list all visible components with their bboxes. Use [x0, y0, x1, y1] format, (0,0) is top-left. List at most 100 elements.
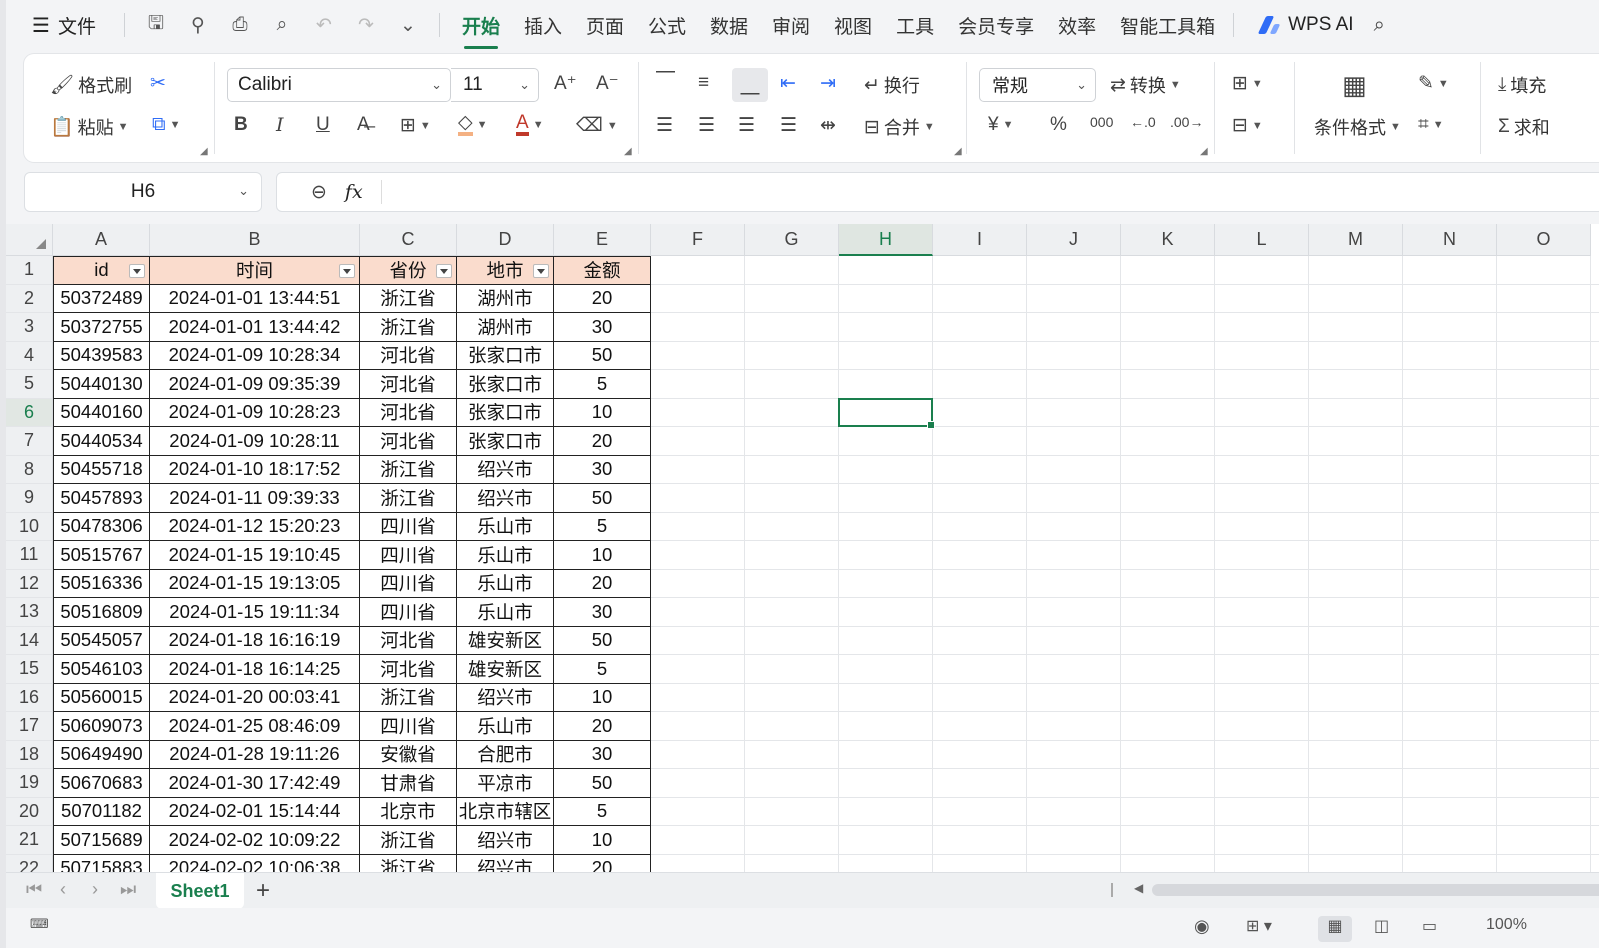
- table-cell[interactable]: 北京市辖区: [457, 797, 554, 826]
- align-right-button[interactable]: ☰: [738, 114, 755, 137]
- table-cell[interactable]: 2024-02-01 15:14:44: [150, 797, 360, 826]
- search-icon[interactable]: ⌕: [1374, 14, 1385, 37]
- table-cell[interactable]: 2024-01-15 19:13:05: [150, 569, 360, 598]
- thousands-button[interactable]: 000: [1090, 114, 1113, 130]
- table-cell[interactable]: 2024-01-01 13:44:42: [150, 313, 360, 342]
- table-cell[interactable]: 绍兴市: [457, 683, 554, 712]
- table-cell[interactable]: 50: [554, 341, 651, 370]
- percent-button[interactable]: %: [1050, 114, 1067, 136]
- cut-button[interactable]: ✂: [150, 72, 166, 95]
- conditional-format-button[interactable]: 条件格式 ▼: [1314, 114, 1401, 140]
- table-header-cell[interactable]: 地市: [457, 256, 554, 285]
- tab-0[interactable]: 开始: [462, 12, 500, 49]
- column-header-I[interactable]: I: [933, 224, 1027, 256]
- table-cell[interactable]: 浙江省: [360, 313, 457, 342]
- row-header[interactable]: 7: [6, 427, 53, 456]
- table-cell[interactable]: 2024-01-09 10:28:34: [150, 341, 360, 370]
- next-sheet-icon[interactable]: ›: [92, 879, 98, 900]
- merge-button[interactable]: ⊟ 合并 ▼: [864, 114, 935, 140]
- table-cell[interactable]: 平凉市: [457, 769, 554, 798]
- align-center-button[interactable]: ☰: [698, 114, 715, 137]
- wrap-text-button[interactable]: ↵ 换行: [864, 72, 920, 98]
- increase-font-button[interactable]: A⁺: [554, 72, 577, 95]
- table-cell[interactable]: 50372755: [53, 313, 150, 342]
- tab-1[interactable]: 插入: [524, 12, 562, 39]
- dialog-launcher-icon[interactable]: ◢: [954, 146, 962, 157]
- row-header[interactable]: 12: [6, 569, 53, 598]
- column-header-E[interactable]: E: [554, 224, 651, 256]
- distributed-button[interactable]: ⇹: [820, 114, 836, 137]
- table-cell[interactable]: 30: [554, 313, 651, 342]
- table-cell[interactable]: 浙江省: [360, 683, 457, 712]
- table-cell[interactable]: 50670683: [53, 769, 150, 798]
- column-header-J[interactable]: J: [1027, 224, 1121, 256]
- table-style-button[interactable]: ⊟ ▼: [1232, 114, 1263, 137]
- fill-button[interactable]: ⤓ 填充: [1498, 72, 1546, 98]
- filter-dropdown-icon[interactable]: [129, 264, 145, 278]
- zoom-formula-icon[interactable]: ⊖: [311, 181, 327, 204]
- first-sheet-icon[interactable]: ⏮: [26, 879, 42, 900]
- page-layout-view-icon[interactable]: ◫: [1374, 916, 1389, 936]
- table-cell[interactable]: 2024-01-11 09:39:33: [150, 484, 360, 513]
- italic-button[interactable]: I: [276, 114, 284, 136]
- table-cell[interactable]: 湖州市: [457, 313, 554, 342]
- table-cell[interactable]: 张家口市: [457, 341, 554, 370]
- dialog-launcher-icon[interactable]: ◢: [624, 146, 632, 157]
- table-cell[interactable]: 河北省: [360, 626, 457, 655]
- row-header[interactable]: 15: [6, 655, 53, 684]
- table-cell[interactable]: 乐山市: [457, 512, 554, 541]
- justify-button[interactable]: ☰: [780, 114, 797, 137]
- table-cell[interactable]: 5: [554, 512, 651, 541]
- tab-9[interactable]: 效率: [1058, 12, 1096, 39]
- table-cell[interactable]: 50440534: [53, 427, 150, 456]
- tab-split-handle[interactable]: [1111, 883, 1113, 897]
- table-cell[interactable]: 张家口市: [457, 398, 554, 427]
- table-cell[interactable]: 合肥市: [457, 740, 554, 769]
- table-cell[interactable]: 北京市: [360, 797, 457, 826]
- font-color-button[interactable]: A ▼: [516, 113, 544, 136]
- table-cell[interactable]: 乐山市: [457, 541, 554, 570]
- row-header[interactable]: 20: [6, 797, 53, 826]
- row-header[interactable]: 10: [6, 512, 53, 541]
- table-cell[interactable]: 绍兴市: [457, 854, 554, 872]
- layout-options-icon[interactable]: ⊞ ▾: [1246, 916, 1272, 936]
- table-cell[interactable]: 河北省: [360, 370, 457, 399]
- table-cell[interactable]: 2024-01-10 18:17:52: [150, 455, 360, 484]
- tab-4[interactable]: 数据: [710, 12, 748, 39]
- table-cell[interactable]: 2024-01-12 15:20:23: [150, 512, 360, 541]
- table-cell[interactable]: 50439583: [53, 341, 150, 370]
- table-cell[interactable]: 20: [554, 569, 651, 598]
- table-header-cell[interactable]: 金额: [554, 256, 651, 285]
- tab-8[interactable]: 会员专享: [958, 12, 1034, 39]
- table-cell[interactable]: 四川省: [360, 569, 457, 598]
- table-cell[interactable]: 浙江省: [360, 854, 457, 872]
- table-cell[interactable]: 湖州市: [457, 284, 554, 313]
- table-cell[interactable]: 50: [554, 484, 651, 513]
- column-header-G[interactable]: G: [745, 224, 839, 256]
- column-header-K[interactable]: K: [1121, 224, 1215, 256]
- page-break-view-icon[interactable]: ▭: [1422, 916, 1437, 936]
- row-header[interactable]: 1: [6, 256, 53, 285]
- column-header-M[interactable]: M: [1309, 224, 1403, 256]
- row-header[interactable]: 3: [6, 313, 53, 342]
- table-cell[interactable]: 乐山市: [457, 569, 554, 598]
- table-cell[interactable]: 河北省: [360, 655, 457, 684]
- table-cell[interactable]: 2024-02-02 10:09:22: [150, 826, 360, 855]
- print-preview-icon[interactable]: ⌕: [271, 14, 293, 36]
- row-header[interactable]: 14: [6, 626, 53, 655]
- table-cell[interactable]: 2024-01-25 08:46:09: [150, 712, 360, 741]
- tab-10[interactable]: 智能工具箱: [1120, 12, 1215, 39]
- table-cell[interactable]: 50560015: [53, 683, 150, 712]
- table-cell[interactable]: 乐山市: [457, 598, 554, 627]
- print-icon[interactable]: ⎙: [229, 14, 251, 36]
- table-cell[interactable]: 四川省: [360, 541, 457, 570]
- horizontal-scrollbar[interactable]: [1152, 884, 1599, 896]
- table-cell[interactable]: 2024-01-09 10:28:23: [150, 398, 360, 427]
- copy-button[interactable]: ⧉ ▼: [152, 114, 180, 136]
- save-icon[interactable]: 🖫: [145, 9, 167, 41]
- table-cell[interactable]: 2024-01-09 10:28:11: [150, 427, 360, 456]
- table-cell[interactable]: 50715689: [53, 826, 150, 855]
- row-header[interactable]: 22: [6, 854, 53, 872]
- strikethrough-button[interactable]: A̶: [357, 114, 370, 136]
- row-header[interactable]: 2: [6, 284, 53, 313]
